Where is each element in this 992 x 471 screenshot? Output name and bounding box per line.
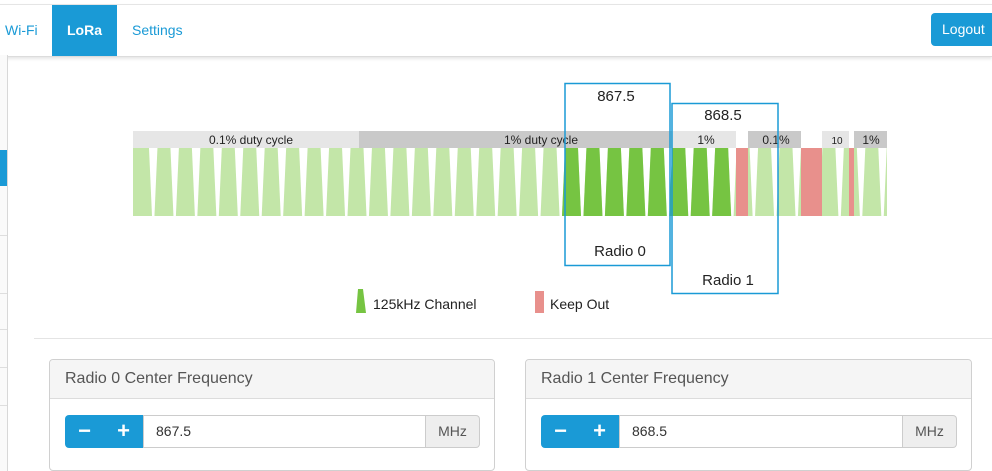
radio1-frequency-input[interactable]: 868.5 — [619, 415, 903, 448]
active-channel — [626, 148, 646, 216]
keep-out-legend-icon — [535, 291, 544, 313]
radio1-stepper: − + — [541, 415, 619, 448]
radio1-increment-button[interactable]: + — [580, 415, 619, 448]
radio0-increment-button[interactable]: + — [104, 415, 143, 448]
radio1-label: Radio 1 — [702, 272, 754, 289]
keep-out-legend-label: Keep Out — [550, 296, 609, 312]
duty-cycle-label: 1% — [697, 133, 715, 147]
radio0-unit-label: MHz — [426, 415, 480, 448]
keep-out-region — [849, 148, 854, 216]
sidebar-divider — [0, 367, 7, 368]
sidebar-divider — [0, 405, 7, 406]
active-channel — [583, 148, 603, 216]
radio0-frequency-panel: Radio 0 Center Frequency − + 867.5 MHz — [49, 359, 495, 471]
radio0-decrement-button[interactable]: − — [65, 415, 104, 448]
channel-legend-label: 125kHz Channel — [373, 296, 477, 312]
duty-cycle-label: 0.1% — [762, 133, 790, 147]
radio1-frequency-label: 868.5 — [704, 107, 742, 124]
radio1-frequency-panel: Radio 1 Center Frequency − + 868.5 MHz — [525, 359, 972, 471]
keep-out-region — [801, 148, 822, 216]
radio0-label: Radio 0 — [594, 243, 646, 260]
active-channel — [604, 148, 624, 216]
active-channel — [647, 148, 667, 216]
spectrum-diagram: 0.1% duty cycle 1% duty cycle 1% 0.1% 10 1% 8… — [133, 82, 887, 313]
duty-cycle-label: 1% duty cycle — [504, 133, 578, 147]
keep-out-region — [736, 148, 748, 216]
radio0-stepper: − + — [65, 415, 143, 448]
radio1-panel-title: Radio 1 Center Frequency — [526, 360, 971, 399]
radio0-frequency-input[interactable]: 867.5 — [143, 415, 426, 448]
radio0-frequency-label: 867.5 — [597, 88, 635, 105]
radio1-decrement-button[interactable]: − — [541, 415, 580, 448]
duty-cycle-label: 1% — [862, 133, 880, 147]
radio0-panel-title: Radio 0 Center Frequency — [50, 360, 494, 399]
channel-legend-icon — [356, 289, 366, 313]
duty-cycle-label: 10 — [831, 136, 843, 147]
radio1-unit-label: MHz — [903, 415, 957, 448]
active-channel — [690, 148, 710, 216]
duty-cycle-label: 0.1% duty cycle — [209, 133, 293, 147]
section-divider — [34, 338, 992, 339]
active-channel — [712, 148, 732, 216]
